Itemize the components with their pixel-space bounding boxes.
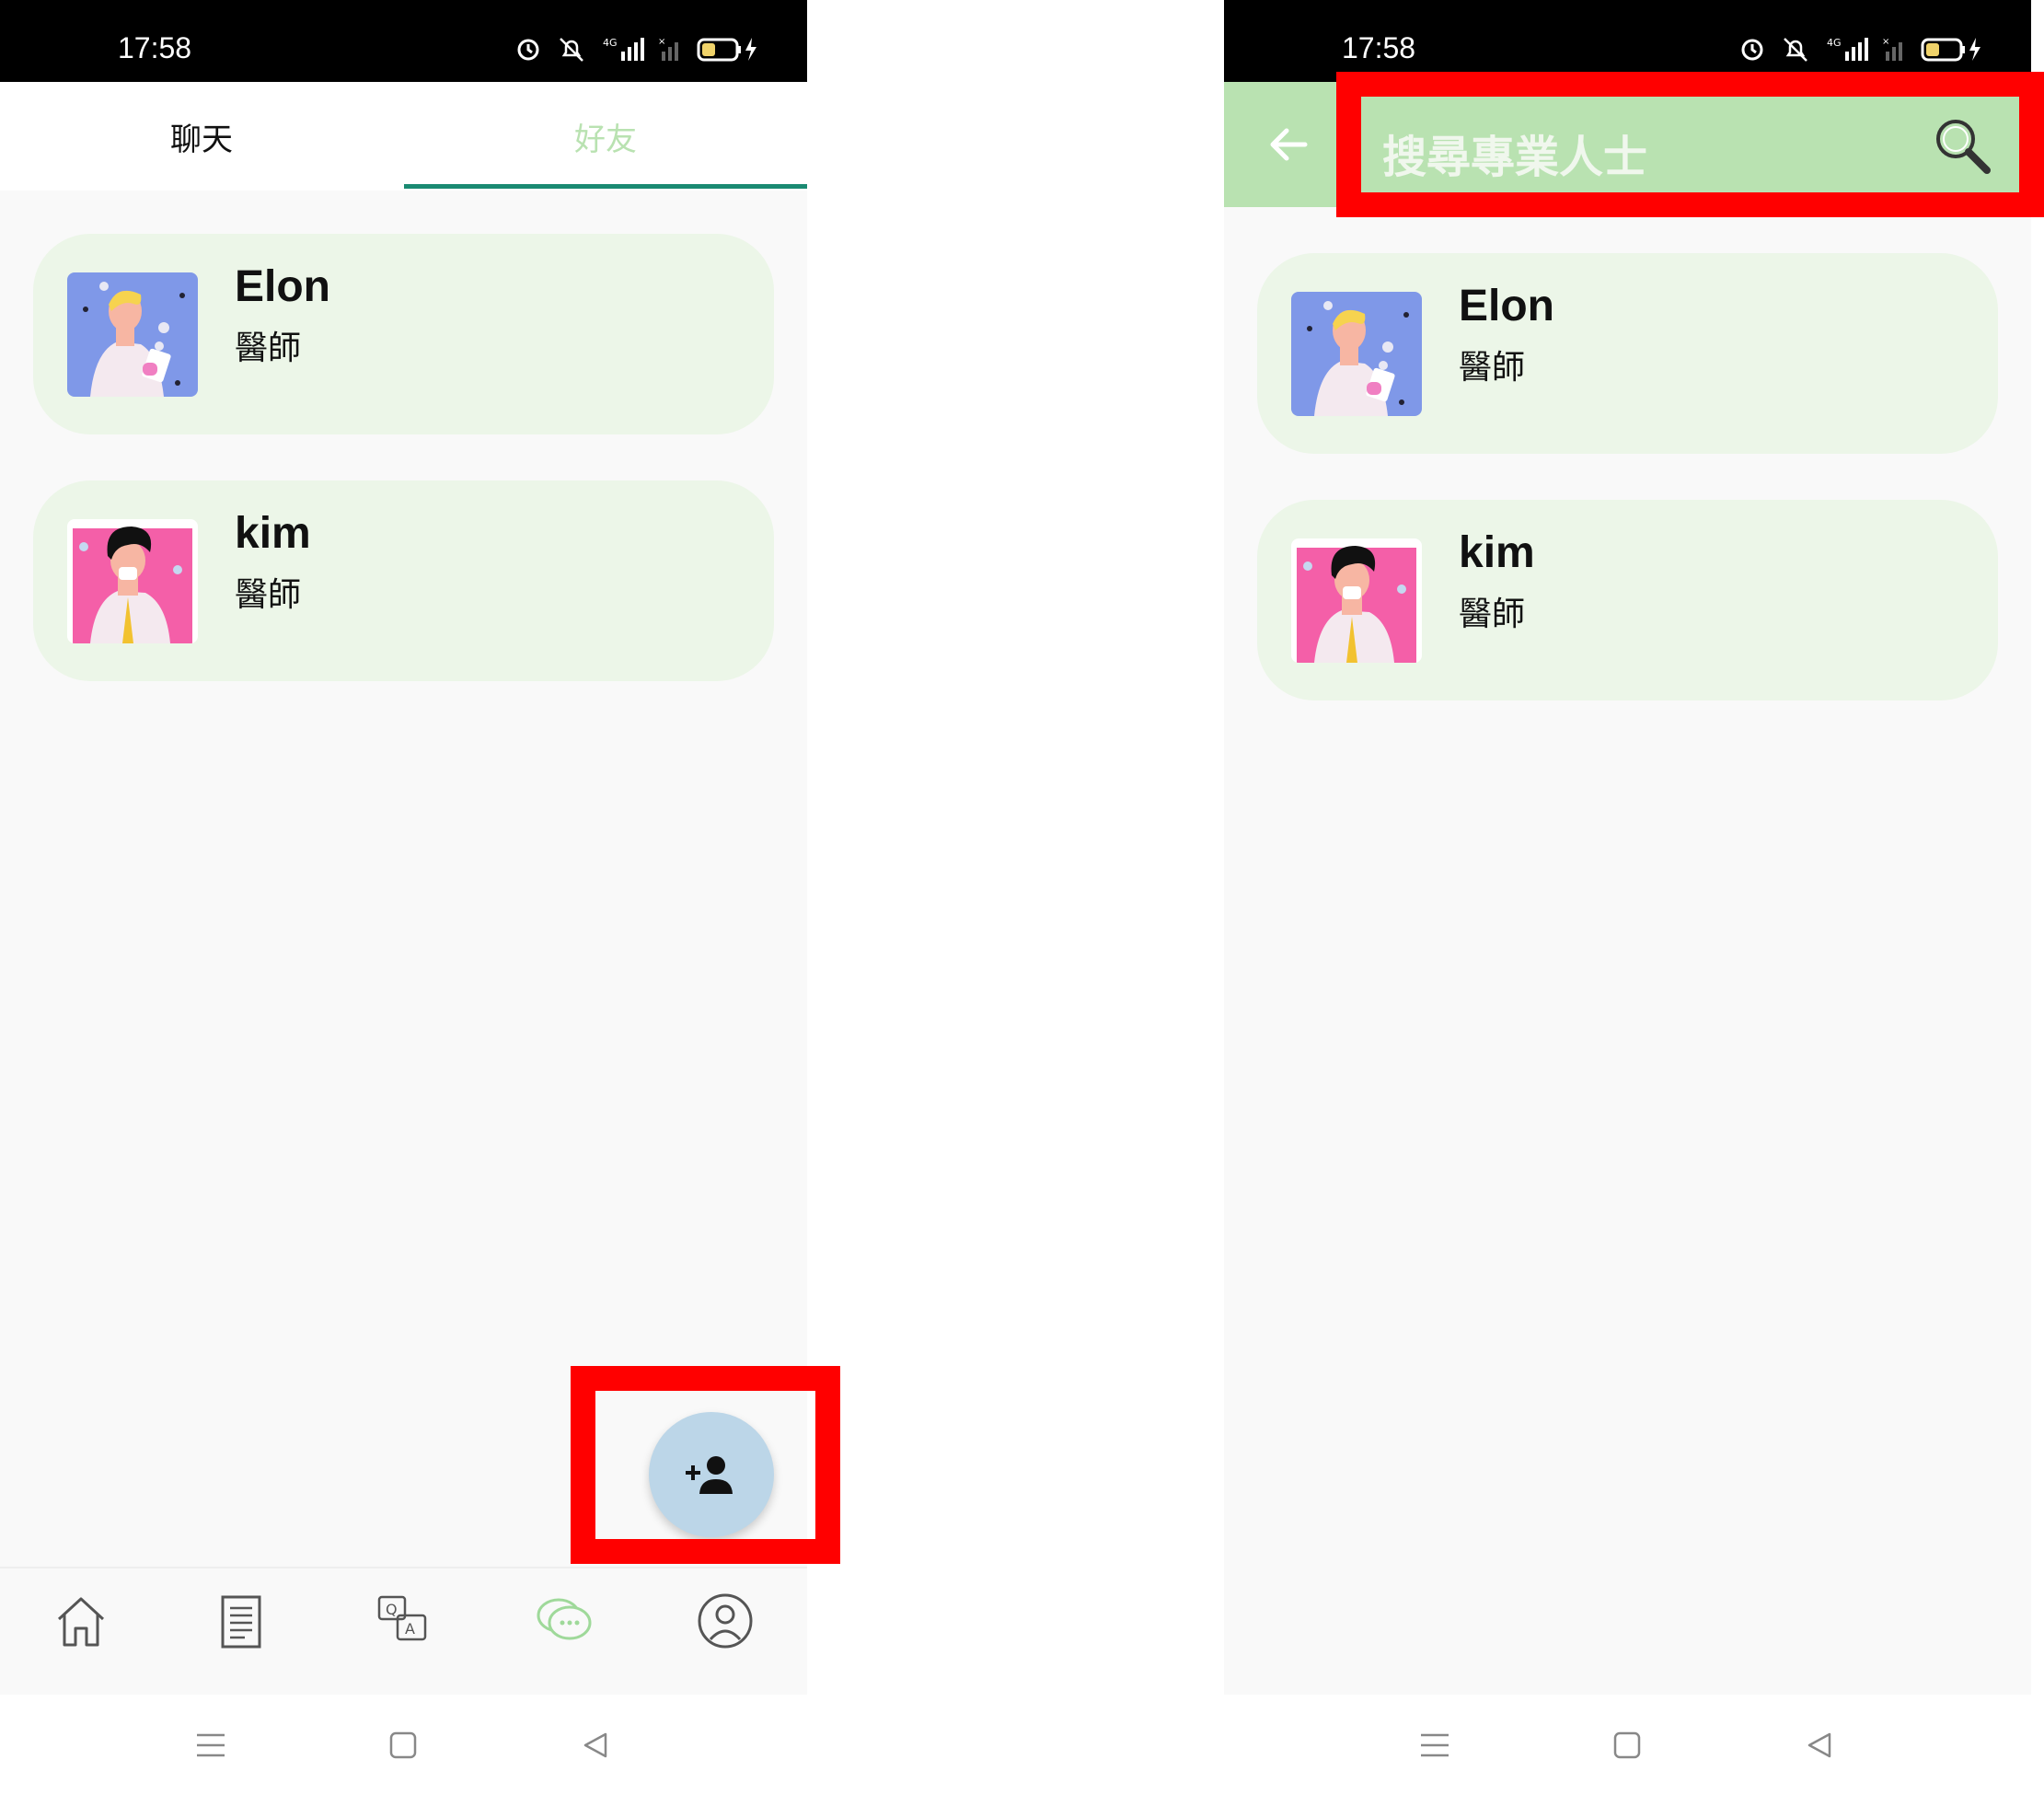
document-icon bbox=[221, 1595, 261, 1649]
menu-icon bbox=[197, 1733, 225, 1757]
back-system-button[interactable] bbox=[572, 1722, 618, 1768]
signal-empty-icon: × bbox=[658, 37, 678, 61]
mute-icon bbox=[1784, 38, 1807, 62]
highlight-box-search bbox=[1336, 72, 2044, 217]
friend-role: 醫師 bbox=[235, 576, 302, 614]
nav-records[interactable] bbox=[209, 1589, 273, 1653]
svg-text:×: × bbox=[658, 37, 665, 47]
alarm-icon bbox=[517, 39, 539, 61]
svg-text:4G: 4G bbox=[1827, 37, 1842, 49]
friend-name: kim bbox=[1459, 528, 1535, 577]
arrow-left-icon bbox=[1270, 128, 1308, 161]
home-system-button[interactable] bbox=[1604, 1722, 1650, 1768]
back-button[interactable] bbox=[1263, 119, 1314, 170]
nav-chat[interactable] bbox=[532, 1589, 596, 1653]
status-icons: 4G × bbox=[514, 35, 761, 63]
profile-icon bbox=[698, 1593, 753, 1649]
friends-list: Elon 醫師 kim 醫師 bbox=[0, 191, 807, 1567]
system-nav-bar bbox=[0, 1695, 807, 1794]
back-system-button[interactable] bbox=[1796, 1722, 1842, 1768]
avatar-elon bbox=[67, 272, 198, 397]
status-bar: 17:58 4G × bbox=[1224, 0, 2031, 82]
avatar-kim bbox=[67, 519, 198, 643]
friend-card-elon[interactable]: Elon 醫師 bbox=[1257, 253, 1998, 454]
status-time: 17:58 bbox=[118, 31, 192, 64]
friend-name: Elon bbox=[1459, 282, 1554, 330]
battery-charging-icon bbox=[697, 38, 756, 62]
recents-button[interactable] bbox=[188, 1722, 234, 1768]
friend-card-elon[interactable]: Elon 醫師 bbox=[33, 234, 774, 434]
signal-4g-icon: 4G bbox=[603, 37, 644, 61]
nav-qa[interactable]: QA bbox=[371, 1589, 435, 1653]
avatar-kim bbox=[1291, 538, 1422, 663]
svg-text:4G: 4G bbox=[603, 37, 618, 49]
friend-role: 醫師 bbox=[1459, 349, 1526, 387]
chat-bubbles-icon bbox=[537, 1598, 592, 1640]
bottom-nav: QA bbox=[0, 1567, 807, 1696]
friend-name: Elon bbox=[235, 262, 330, 311]
mute-icon bbox=[560, 38, 583, 62]
right-phone-screen: 17:58 4G × 搜尋專業人士 Elon 醫師 kim 醫師 bbox=[1224, 0, 2031, 1794]
friend-card-kim[interactable]: kim 醫師 bbox=[1257, 500, 1998, 700]
triangle-back-icon bbox=[583, 1732, 607, 1758]
tab-friends[interactable]: 好友 bbox=[404, 82, 807, 191]
recents-button[interactable] bbox=[1412, 1722, 1458, 1768]
signal-empty-icon: × bbox=[1882, 37, 1902, 61]
highlight-box-add-friend bbox=[571, 1366, 840, 1564]
square-icon bbox=[389, 1731, 417, 1759]
friend-role: 醫師 bbox=[235, 330, 302, 367]
alarm-icon bbox=[1741, 39, 1763, 61]
nav-profile[interactable] bbox=[693, 1589, 757, 1653]
svg-text:Q: Q bbox=[386, 1601, 398, 1618]
svg-text:×: × bbox=[1882, 37, 1889, 47]
tab-chat[interactable]: 聊天 bbox=[0, 82, 403, 191]
system-nav-bar bbox=[1224, 1695, 2031, 1794]
svg-text:A: A bbox=[405, 1620, 415, 1638]
avatar-elon bbox=[1291, 292, 1422, 416]
battery-charging-icon bbox=[1921, 38, 1980, 62]
square-icon bbox=[1613, 1731, 1641, 1759]
status-time: 17:58 bbox=[1342, 31, 1416, 64]
active-tab-indicator bbox=[404, 184, 807, 189]
menu-icon bbox=[1421, 1733, 1449, 1757]
status-bar: 17:58 4G × bbox=[0, 0, 807, 82]
signal-4g-icon: 4G bbox=[1827, 37, 1868, 61]
tab-bar: 聊天 好友 bbox=[0, 82, 807, 191]
triangle-back-icon bbox=[1807, 1732, 1831, 1758]
friends-list: Elon 醫師 kim 醫師 bbox=[1224, 207, 2031, 1695]
friend-card-kim[interactable]: kim 醫師 bbox=[33, 480, 774, 681]
home-icon bbox=[57, 1597, 105, 1647]
home-system-button[interactable] bbox=[380, 1722, 426, 1768]
friend-name: kim bbox=[235, 509, 311, 558]
friend-role: 醫師 bbox=[1459, 596, 1526, 633]
qa-icon: QA bbox=[377, 1595, 427, 1641]
nav-home[interactable] bbox=[49, 1589, 113, 1653]
status-icons: 4G × bbox=[1738, 35, 1985, 63]
